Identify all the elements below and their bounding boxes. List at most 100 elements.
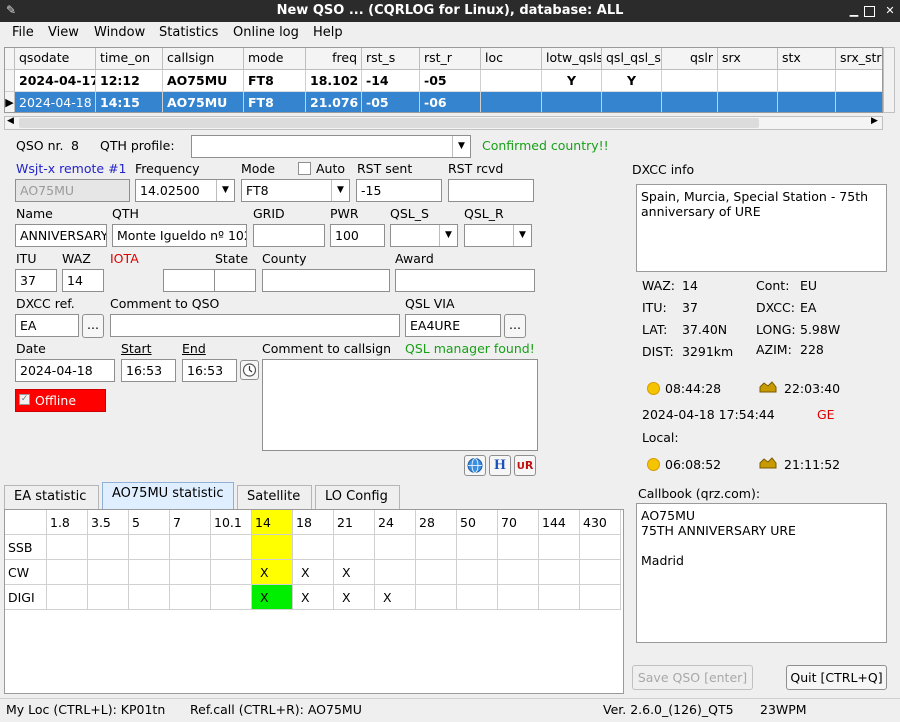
tab-satellite[interactable]: Satellite — [237, 485, 312, 509]
col-header[interactable]: mode — [244, 48, 306, 70]
table-cell[interactable]: -06 — [420, 92, 481, 112]
menu-view[interactable]: View — [48, 25, 79, 43]
table-cell[interactable]: AO75MU — [163, 92, 244, 112]
name-input[interactable]: ANNIVERSARY — [15, 224, 107, 247]
table-cell[interactable]: 12:12 — [96, 70, 163, 92]
end-time-input[interactable]: 16:53 — [182, 359, 237, 382]
grid-horizontal-scrollbar[interactable]: ◀ ▶ — [4, 116, 883, 130]
col-header[interactable]: rst_r — [420, 48, 481, 70]
qth-profile-select[interactable]: ▼ — [191, 135, 471, 158]
hamqth-icon[interactable]: H — [489, 455, 511, 476]
col-header[interactable]: callsign — [163, 48, 244, 70]
tab-lo-config[interactable]: LO Config — [315, 485, 400, 509]
table-cell[interactable] — [778, 70, 836, 92]
table-cell[interactable]: 2024-04-17 — [15, 70, 96, 92]
col-header[interactable]: lotw_qsls — [542, 48, 602, 70]
col-header[interactable]: srx_strin — [836, 48, 882, 70]
start-time-input[interactable]: 16:53 — [121, 359, 176, 382]
table-cell[interactable] — [718, 92, 778, 112]
row-indicator[interactable] — [5, 70, 15, 92]
qsl-r-select[interactable]: ▼ — [464, 224, 532, 247]
table-cell[interactable] — [778, 92, 836, 112]
ure-icon[interactable]: UR — [514, 455, 536, 476]
table-cell[interactable] — [836, 70, 882, 92]
table-cell[interactable]: FT8 — [244, 92, 306, 112]
table-cell[interactable] — [662, 70, 718, 92]
table-cell[interactable]: 21.076 — [306, 92, 362, 112]
auto-checkbox[interactable] — [298, 162, 311, 175]
qth-input[interactable]: Monte Igueldo nº 102 — [112, 224, 247, 247]
rst-rcvd-input[interactable] — [448, 179, 534, 202]
date-input[interactable]: 2024-04-18 — [15, 359, 115, 382]
minimize-button[interactable]: ▁ — [846, 3, 862, 19]
table-cell[interactable] — [836, 92, 882, 112]
globe-icon[interactable] — [464, 455, 486, 476]
callsign-input[interactable]: AO75MU — [15, 179, 130, 202]
col-header[interactable]: srx — [718, 48, 778, 70]
table-cell[interactable]: -05 — [420, 70, 481, 92]
col-header[interactable]: loc — [481, 48, 542, 70]
dxcc-input[interactable]: EA — [15, 314, 79, 337]
table-cell[interactable]: Y — [542, 70, 602, 92]
award-input[interactable] — [395, 269, 535, 292]
qso-grid[interactable]: qsodate time_on callsign mode freq rst_s… — [4, 47, 883, 113]
col-header[interactable]: qsl_qsl_se — [602, 48, 662, 70]
scroll-left-icon[interactable]: ◀ — [7, 116, 14, 126]
dxcc-info-label-short: DXCC: — [756, 300, 795, 315]
county-input[interactable] — [262, 269, 390, 292]
qsl-via-input[interactable]: EA4URE — [405, 314, 501, 337]
frequency-select[interactable]: 14.02500 ▼ — [135, 179, 235, 202]
save-qso-button[interactable]: Save QSO [enter] — [632, 665, 753, 690]
table-cell[interactable] — [662, 92, 718, 112]
col-header[interactable]: rst_s — [362, 48, 420, 70]
pwr-input[interactable]: 100 — [330, 224, 385, 247]
table-cell[interactable]: 18.102 — [306, 70, 362, 92]
col-header[interactable]: freq — [306, 48, 362, 70]
tab-callsign-statistic[interactable]: AO75MU statistic — [102, 482, 234, 509]
table-cell[interactable]: Y — [602, 70, 662, 92]
offline-checkbox[interactable]: ✓ — [19, 394, 30, 405]
comment-callsign-textarea[interactable] — [262, 359, 538, 451]
mode-select[interactable]: FT8 ▼ — [241, 179, 350, 202]
table-cell[interactable] — [481, 70, 542, 92]
qsl-via-browse-button[interactable]: ... — [504, 314, 526, 338]
col-header[interactable]: qslr — [662, 48, 718, 70]
col-header[interactable]: time_on — [96, 48, 163, 70]
waz-input[interactable]: 14 — [62, 269, 104, 292]
maximize-button[interactable] — [864, 6, 875, 17]
menu-window[interactable]: Window — [94, 25, 145, 43]
table-cell[interactable]: 2024-04-18 — [15, 92, 96, 112]
clock-icon[interactable] — [240, 360, 259, 380]
row-indicator[interactable]: ▶ — [5, 92, 15, 112]
col-header[interactable]: stx — [778, 48, 836, 70]
long-label: LONG: — [756, 322, 796, 337]
grid-vertical-scrollbar[interactable] — [883, 47, 895, 113]
comment-qso-input[interactable] — [110, 314, 400, 337]
qsl-s-select[interactable]: ▼ — [390, 224, 458, 247]
quit-button[interactable]: Quit [CTRL+Q] — [786, 665, 887, 690]
col-header[interactable]: qsodate — [15, 48, 96, 70]
menu-help[interactable]: Help — [313, 25, 343, 43]
offline-indicator[interactable]: ✓ Offline — [15, 389, 106, 412]
rst-sent-input[interactable]: -15 — [356, 179, 442, 202]
table-cell[interactable] — [718, 70, 778, 92]
table-cell[interactable] — [481, 92, 542, 112]
scroll-right-icon[interactable]: ▶ — [871, 116, 878, 126]
menu-file[interactable]: File — [12, 25, 34, 43]
state-input[interactable] — [214, 269, 256, 292]
scroll-thumb[interactable] — [19, 118, 759, 128]
table-cell[interactable] — [542, 92, 602, 112]
menu-statistics[interactable]: Statistics — [159, 25, 218, 43]
itu-input[interactable]: 37 — [15, 269, 57, 292]
table-cell[interactable]: 14:15 — [96, 92, 163, 112]
table-cell[interactable]: -05 — [362, 92, 420, 112]
tab-ea-statistic[interactable]: EA statistic — [4, 485, 99, 509]
table-cell[interactable] — [602, 92, 662, 112]
menu-online-log[interactable]: Online log — [233, 25, 299, 43]
dxcc-browse-button[interactable]: ... — [82, 314, 104, 338]
table-cell[interactable]: -14 — [362, 70, 420, 92]
table-cell[interactable]: FT8 — [244, 70, 306, 92]
close-icon[interactable]: ✕ — [882, 3, 898, 19]
grid-input[interactable] — [253, 224, 325, 247]
table-cell[interactable]: AO75MU — [163, 70, 244, 92]
